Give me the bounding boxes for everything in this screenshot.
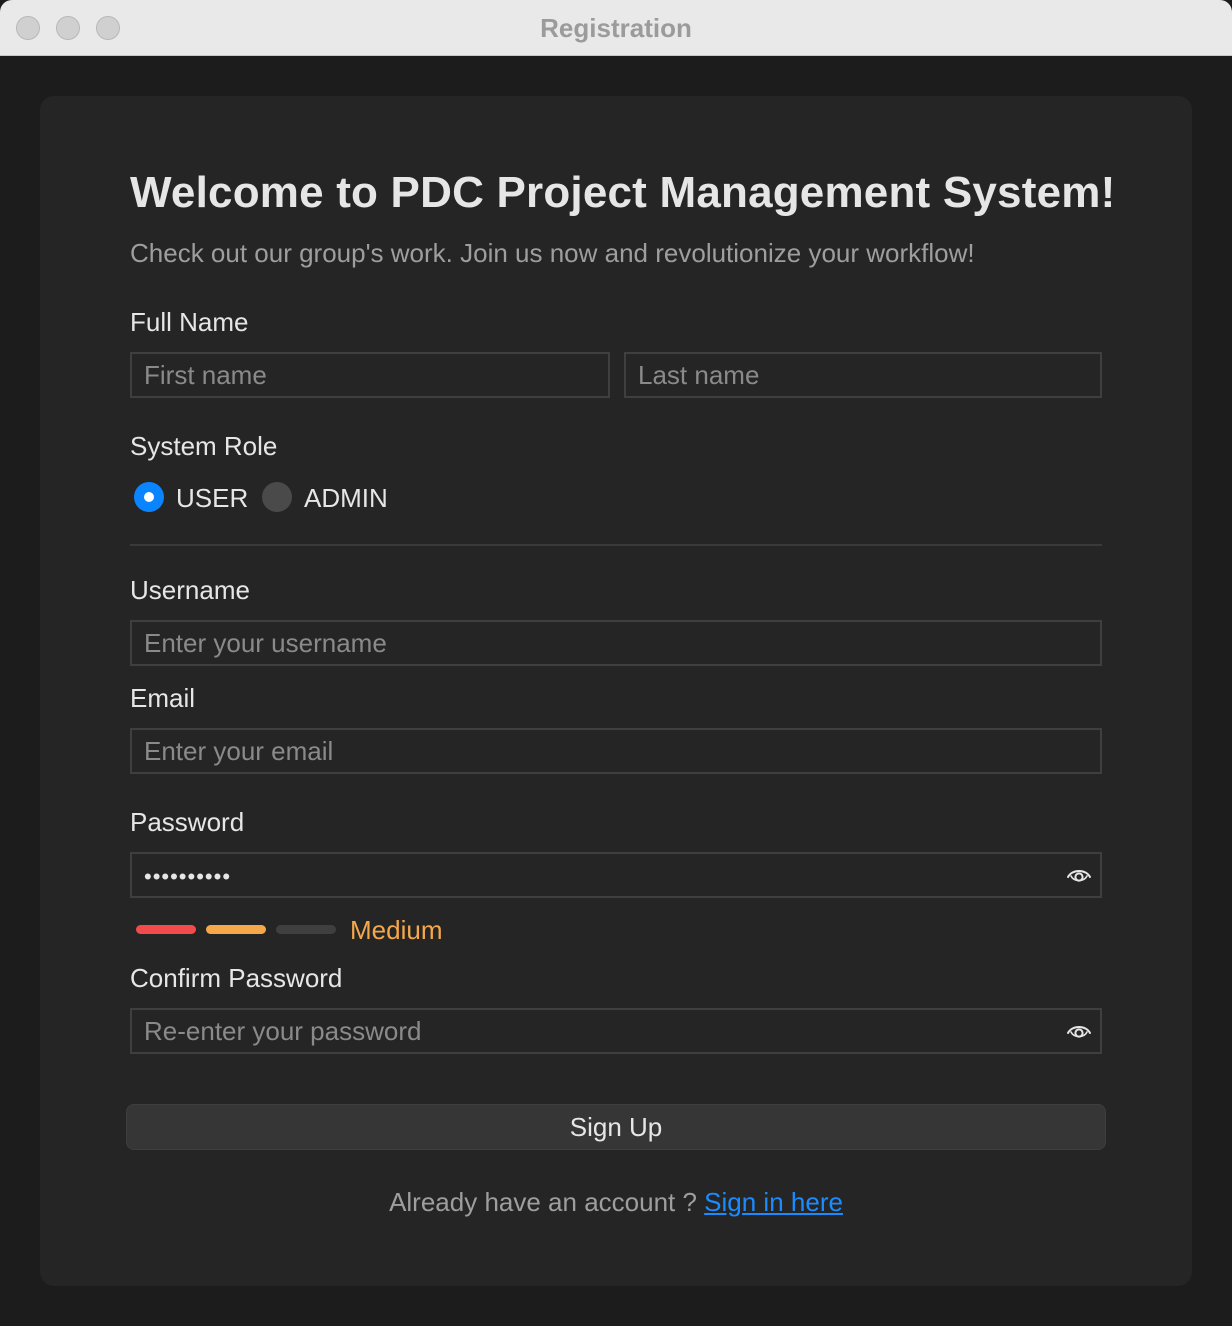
registration-form: Welcome to PDC Project Management System…: [40, 96, 1192, 1286]
strength-bar-1: [136, 925, 196, 934]
show-confirm-password-eye-icon[interactable]: [1066, 1019, 1092, 1045]
admin-radio-label: ADMIN: [304, 483, 388, 513]
system-role-label: System Role: [130, 431, 278, 461]
password-value: ••••••••••: [144, 864, 232, 889]
full-name-label: Full Name: [130, 307, 249, 337]
user-radio[interactable]: [134, 482, 164, 512]
email-label: Email: [130, 683, 196, 713]
sign-up-button[interactable]: Sign Up: [126, 1104, 1106, 1150]
registration-window: Registration Welcome to PDC Project Mana…: [0, 0, 1232, 1326]
show-password-eye-icon[interactable]: [1066, 863, 1092, 889]
confirm-password-placeholder: Re-enter your password: [144, 1016, 422, 1046]
username-label: Username: [130, 575, 250, 605]
password-input[interactable]: ••••••••••: [130, 852, 1102, 898]
email-input[interactable]: Enter your email: [130, 728, 1102, 774]
password-label: Password: [130, 807, 245, 837]
confirm-password-label: Confirm Password: [130, 963, 343, 993]
admin-radio[interactable]: [262, 482, 292, 512]
page-subtitle: Check out our group's work. Join us now …: [130, 238, 975, 268]
user-radio-label: USER: [176, 483, 249, 513]
strength-bar-3: [276, 925, 336, 934]
window-title: Registration: [540, 13, 692, 43]
section-divider: [130, 544, 1102, 546]
strength-bar-2: [206, 925, 266, 934]
last-name-input[interactable]: Last name: [624, 352, 1102, 398]
first-name-input[interactable]: First name: [130, 352, 610, 398]
page-title: Welcome to PDC Project Management System…: [130, 168, 1116, 217]
title-bar: Registration: [0, 0, 1232, 56]
sign-in-prompt: Already have an account ? Sign in here: [40, 1187, 1192, 1218]
username-input[interactable]: Enter your username: [130, 620, 1102, 666]
sign-in-prompt-text: Already have an account ?: [389, 1187, 705, 1217]
strength-label: Medium: [350, 915, 443, 945]
confirm-password-input[interactable]: Re-enter your password: [130, 1008, 1102, 1054]
sign-in-link[interactable]: Sign in here: [704, 1187, 843, 1217]
